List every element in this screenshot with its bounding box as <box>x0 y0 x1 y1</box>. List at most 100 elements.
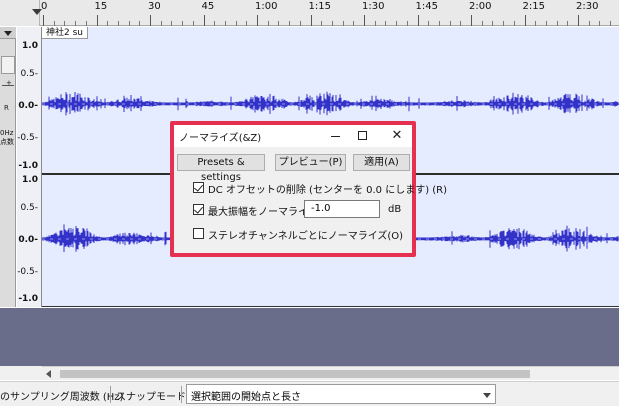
timeline-major-tick <box>417 15 419 26</box>
timeline-tick-label: 1:00 <box>255 1 278 12</box>
timeline-minor-tick <box>182 21 184 26</box>
normalize-peak-checkbox[interactable] <box>193 204 204 215</box>
toolbar-separator <box>181 386 182 403</box>
timeline-minor-tick <box>171 21 173 26</box>
stereo-independent-label: ステレオチャンネルごとにノーマライズ(O) <box>208 231 404 242</box>
timeline-minor-tick <box>139 21 141 26</box>
timeline-minor-tick <box>385 21 387 26</box>
scale-label: -0.5- <box>17 133 38 143</box>
timeline-minor-tick <box>267 21 269 26</box>
timeline-minor-tick <box>85 21 87 26</box>
timeline-ruler[interactable]: 0 15 30 45 1:00 1:15 1:30 1:45 2:00 2:15 2:30 <box>0 0 619 26</box>
rate-label: 0Hz <box>0 129 14 137</box>
scrollbar-thumb[interactable] <box>60 370 530 378</box>
timeline-major-tick <box>150 15 151 26</box>
timeline-minor-tick <box>513 21 515 26</box>
amplitude-scale[interactable]: 1.0 0.5- 0.0- -0.5- -1.0 1.0 0.5- 0.0- -… <box>17 27 42 307</box>
timeline-minor-tick <box>117 21 119 26</box>
timeline-tick-label: 45 <box>201 1 215 12</box>
timeline-minor-tick <box>503 21 505 26</box>
timeline-minor-tick <box>75 21 77 26</box>
timeline-major-tick <box>96 15 98 26</box>
timeline-major-tick <box>471 15 472 26</box>
apply-button[interactable]: 適用(A) <box>353 154 410 171</box>
close-icon: ✕ <box>391 128 403 143</box>
timeline-tick-label: 1:45 <box>415 1 438 12</box>
timeline-tick-label: 2:15 <box>522 1 545 12</box>
timeline-minor-tick <box>299 21 301 26</box>
scale-label: 0.5- <box>20 69 38 79</box>
timeline-minor-tick <box>246 21 248 26</box>
timeline-tick-label: 30 <box>148 1 161 12</box>
timeline-minor-tick <box>128 21 130 26</box>
peak-amplitude-input[interactable]: -1.0 <box>304 200 380 218</box>
timeline-minor-tick <box>331 21 333 26</box>
dialog-titlebar[interactable]: ノーマライズ(&Z) ✕ <box>174 125 412 147</box>
timeline-major-tick <box>43 15 44 26</box>
timeline-major-tick <box>257 15 258 26</box>
timeline-minor-tick <box>192 21 194 26</box>
stereo-independent-checkbox[interactable] <box>193 228 204 239</box>
timeline-major-tick <box>203 15 205 26</box>
close-button[interactable]: ✕ <box>386 127 408 145</box>
scale-label: -0.5- <box>17 267 38 277</box>
track-name[interactable]: 神社2 su <box>42 27 88 39</box>
pan-right-label: R <box>4 104 9 112</box>
track-menu-dropdown[interactable] <box>0 27 16 39</box>
scale-label: -1.0 <box>18 294 38 304</box>
dc-offset-checkbox[interactable] <box>193 182 204 193</box>
timeline-minor-tick <box>396 21 398 26</box>
empty-track-area[interactable] <box>0 308 619 366</box>
dialog-title: ノーマライズ(&Z) <box>179 133 262 144</box>
timeline-minor-tick <box>449 21 451 26</box>
timeline-minor-tick <box>406 21 408 26</box>
timeline-minor-tick <box>438 21 440 26</box>
timeline-tick-label: 1:15 <box>308 1 331 12</box>
scrollbar-spacer <box>0 366 42 380</box>
timeline-tick-label: 2:30 <box>576 1 599 12</box>
db-unit-label: dB <box>388 204 402 215</box>
scale-label: 1.0 <box>22 175 38 185</box>
timeline-minor-tick <box>224 21 226 26</box>
scale-label: 1.0 <box>22 41 38 51</box>
scale-label: 0.0- <box>18 235 38 245</box>
chevron-down-icon <box>4 31 12 36</box>
project-rate-label: のサンプリング周波数 (Hz) <box>0 392 124 403</box>
scale-label: -1.0 <box>18 161 38 171</box>
scale-label: 0.0- <box>18 101 38 111</box>
timeline-minor-tick <box>599 21 601 26</box>
timeline-tick-label: 0 <box>41 1 48 12</box>
dc-offset-label: DC オフセットの削除 (センターを 0.0 にします) (R) <box>208 185 448 196</box>
horizontal-scrollbar[interactable] <box>42 366 619 380</box>
timeline-minor-tick <box>107 21 109 26</box>
minimize-icon <box>331 136 340 137</box>
timeline-minor-tick <box>160 21 162 26</box>
audacity-window: 0 15 30 45 1:00 1:15 1:30 1:45 2:00 2:15 2:30 + R … <box>0 0 619 406</box>
normalize-dialog: ノーマライズ(&Z) ✕ Presets & settings プレビュー(P)… <box>174 125 447 253</box>
timeline-minor-tick <box>588 21 590 26</box>
timeline-minor-tick <box>353 21 355 26</box>
selection-format-select[interactable]: 選択範囲の開始点と長さ <box>186 384 496 404</box>
snap-mode-label: スナップモード <box>116 392 186 403</box>
maximize-button[interactable] <box>352 127 374 145</box>
toolbar-separator <box>110 386 111 403</box>
preview-button[interactable]: プレビュー(P) <box>275 154 346 171</box>
timeline-minor-tick <box>481 21 483 26</box>
timeline-minor-tick <box>545 21 547 26</box>
chevron-down-icon <box>483 393 491 398</box>
timeline-minor-tick <box>342 21 344 26</box>
timeline-minor-tick <box>214 21 216 26</box>
timeline-minor-tick <box>428 21 430 26</box>
timeline-tick-label: 15 <box>94 1 108 12</box>
timeline-minor-tick <box>460 21 462 26</box>
track-button[interactable] <box>1 56 15 74</box>
timeline-minor-tick <box>53 21 55 26</box>
timeline-minor-tick <box>535 21 537 26</box>
format-label: 点数 <box>0 138 14 146</box>
timeline-minor-tick <box>64 21 66 26</box>
timeline-major-tick <box>310 15 312 26</box>
scroll-left-arrow-icon[interactable] <box>46 370 51 378</box>
timeline-major-tick <box>364 15 365 26</box>
minimize-button[interactable] <box>324 127 346 145</box>
presets-settings-button[interactable]: Presets & settings <box>177 154 265 183</box>
